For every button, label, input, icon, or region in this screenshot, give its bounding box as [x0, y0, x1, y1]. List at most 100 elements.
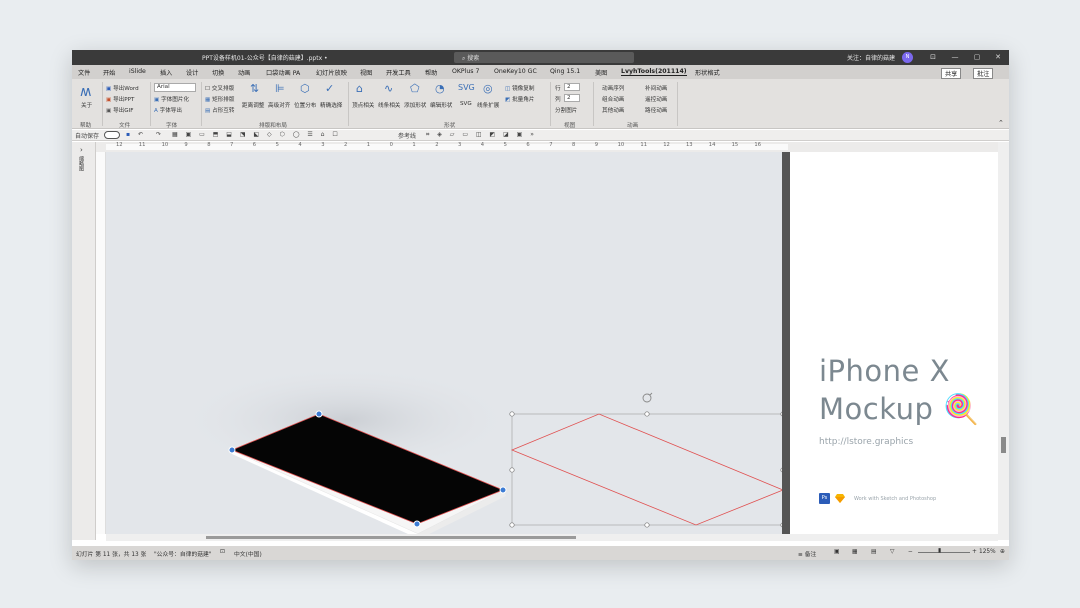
slide-title-line1: iPhone X: [819, 354, 950, 388]
zoom-thumb[interactable]: ▮: [938, 548, 941, 554]
accessibility-icon[interactable]: ⊡: [220, 549, 225, 555]
resize-handle[interactable]: [509, 467, 515, 473]
tab-lvyhtools[interactable]: LvyhTools(201114): [621, 68, 687, 76]
distance-adjust-button[interactable]: 距离调整: [242, 101, 264, 109]
scroll-thumb[interactable]: [1001, 437, 1006, 453]
export-word-button[interactable]: ▣ 导出Word: [106, 84, 139, 92]
selection-handle[interactable]: [499, 486, 507, 494]
qat-more-icon[interactable]: ⌗ ◈ ▱ ▭ ◫ ◩ ◪ ▣ »: [426, 131, 537, 139]
position-distribute-button[interactable]: 位置分布: [294, 101, 316, 109]
tab-okplus[interactable]: OKPlus 7: [452, 68, 479, 75]
shape-swap-button[interactable]: ▤ 占形互转: [205, 106, 234, 114]
zoom-slider[interactable]: [918, 552, 970, 553]
combo-anim-button[interactable]: 组合动画: [602, 95, 624, 103]
tab-insert[interactable]: 插入: [160, 68, 172, 77]
selection-box[interactable]: [511, 413, 784, 526]
tab-design[interactable]: 设计: [186, 68, 198, 77]
selection-handle[interactable]: [413, 520, 421, 528]
slide-divider: [782, 152, 790, 534]
tab-transitions[interactable]: 切换: [212, 68, 224, 77]
ribbon-display-icon[interactable]: ⊡: [924, 52, 942, 63]
tab-file[interactable]: 文件: [78, 68, 90, 77]
tab-qing[interactable]: Qing 15.1: [550, 68, 580, 75]
divider: [201, 82, 202, 126]
tab-slideshow[interactable]: 幻灯片放映: [316, 68, 347, 77]
sorter-view-icon[interactable]: ▦: [852, 549, 857, 555]
slideshow-icon[interactable]: ▽: [890, 549, 894, 555]
slide-canvas[interactable]: [106, 152, 790, 534]
resize-handle[interactable]: [509, 522, 515, 528]
edit-shape-button[interactable]: 编辑形状: [430, 101, 452, 109]
resize-handle[interactable]: [509, 411, 515, 417]
selection-handle[interactable]: [315, 410, 323, 418]
svg-button[interactable]: SVG: [460, 101, 472, 107]
autosave-toggle[interactable]: [104, 131, 120, 139]
tab-pocket-animation[interactable]: 口袋动画 PA: [266, 68, 300, 77]
vertex-button[interactable]: 顶点相关: [352, 101, 374, 109]
minimize-button[interactable]: —: [946, 52, 964, 63]
zoom-level[interactable]: 125%: [979, 549, 996, 555]
reading-view-icon[interactable]: ▤: [871, 549, 876, 555]
export-ppt-button[interactable]: ▣ 导出PPT: [106, 95, 134, 103]
normal-view-icon[interactable]: ▣: [834, 549, 839, 555]
search-box[interactable]: ⌕ 搜索: [454, 52, 634, 63]
export-gif-button[interactable]: ▣ 导出GIF: [106, 106, 133, 114]
resize-handle[interactable]: [644, 411, 650, 417]
tab-shape-format[interactable]: 形状格式: [695, 68, 720, 77]
font-select[interactable]: Arial: [154, 83, 196, 92]
next-slide[interactable]: iPhone X Mockup 🍭 http://lstore.graphics…: [790, 158, 994, 534]
undo-icon[interactable]: ↶: [138, 131, 143, 138]
close-button[interactable]: ✕: [989, 52, 1007, 63]
font-to-image-button[interactable]: ▣ 字体图片化: [154, 95, 189, 103]
line-button[interactable]: 线条相关: [378, 101, 400, 109]
rows-input[interactable]: 2: [564, 83, 580, 91]
expand-panel-icon[interactable]: ›: [80, 146, 83, 154]
qat-tools-icon[interactable]: ▦ ▣ ▭ ⬒ ⬓ ⬔ ⬕ ◇ ⬡ ◯ ☰ ⌂ ☐: [172, 131, 341, 138]
batch-corner-button[interactable]: ◩ 批量角片: [505, 95, 534, 103]
tab-animations[interactable]: 动画: [238, 68, 250, 77]
ruler-number: 15: [731, 142, 739, 148]
fit-slide-icon[interactable]: ⊕: [1000, 549, 1005, 555]
guides-button[interactable]: 参考线: [398, 131, 416, 140]
mirror-copy-button[interactable]: ◫ 镜像复制: [505, 84, 534, 92]
maximize-button[interactable]: ▢: [968, 52, 986, 63]
cols-input[interactable]: 2: [564, 94, 580, 102]
remote-anim-button[interactable]: 遥控动画: [645, 95, 667, 103]
tab-view[interactable]: 视图: [360, 68, 372, 77]
avatar[interactable]: N: [902, 52, 913, 63]
tab-help[interactable]: 帮助: [425, 68, 437, 77]
tab-onekey[interactable]: OneKey10 GC: [494, 68, 537, 75]
path-anim-button[interactable]: 路径动画: [645, 106, 667, 114]
resize-handle[interactable]: [644, 522, 650, 528]
about-button[interactable]: 关于: [81, 101, 92, 109]
notes-button[interactable]: ≡ 备注: [798, 549, 816, 558]
collapse-ribbon-icon[interactable]: ⌃: [998, 119, 1004, 127]
scroll-thumb[interactable]: [206, 536, 576, 539]
zoom-out-icon[interactable]: −: [908, 549, 913, 555]
cross-layout-button[interactable]: ☐ 交叉排版: [205, 84, 234, 92]
vertical-scrollbar[interactable]: [998, 142, 1009, 540]
horizontal-scrollbar[interactable]: [106, 534, 998, 541]
redo-icon[interactable]: ↷: [156, 131, 161, 138]
tab-home[interactable]: 开始: [103, 68, 115, 77]
tab-developer[interactable]: 开发工具: [386, 68, 411, 77]
rect-layout-button[interactable]: ▦ 矩形排版: [205, 95, 234, 103]
anim-sequence-button[interactable]: 动画序列: [602, 84, 624, 92]
save-icon[interactable]: ▪: [126, 131, 130, 138]
add-shape-button[interactable]: 添加形状: [404, 101, 426, 109]
advanced-align-button[interactable]: 高级对齐: [268, 101, 290, 109]
selection-handle[interactable]: [228, 446, 236, 454]
font-export-button[interactable]: A 字体导出: [154, 106, 182, 114]
other-anim-button[interactable]: 其他动画: [602, 106, 624, 114]
comment-button[interactable]: 批注: [973, 68, 994, 79]
parallelogram-shape[interactable]: [510, 413, 785, 526]
tab-islide[interactable]: iSlide: [129, 68, 146, 75]
tween-anim-button[interactable]: 补间动画: [645, 84, 667, 92]
share-button[interactable]: 共享: [941, 68, 962, 79]
split-image-button[interactable]: 分割图片: [555, 106, 577, 114]
tab-meitu[interactable]: 美图: [595, 68, 607, 77]
precise-select-button[interactable]: 精确选择: [320, 101, 342, 109]
line-extend-button[interactable]: 线条扩展: [477, 101, 499, 109]
language-indicator[interactable]: 中文(中国): [234, 549, 262, 558]
zoom-in-icon[interactable]: +: [972, 549, 977, 555]
